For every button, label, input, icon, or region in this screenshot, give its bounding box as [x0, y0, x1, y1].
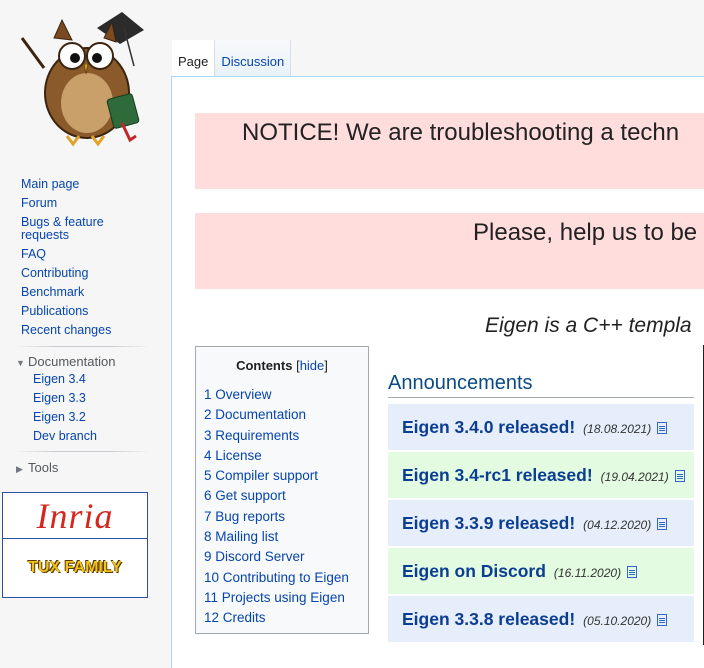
toc-item[interactable]: 7 Bug reports [204, 507, 368, 527]
tux-family-logo-text: TUX FAMILY [28, 559, 122, 576]
document-icon[interactable] [657, 614, 668, 626]
tools-portal-toggle[interactable]: ▶ Tools [16, 460, 58, 475]
document-icon[interactable] [657, 422, 668, 434]
intro-text: Eigen is a C++ templa [485, 314, 692, 337]
announcement-item: Eigen 3.3.9 released! (04.12.2020) [388, 500, 694, 546]
sidebar-navigation: Main page Forum Bugs & feature requests … [21, 178, 161, 343]
sidebar-link-recent-changes[interactable]: Recent changes [21, 324, 161, 337]
tab-discussion[interactable]: Discussion [215, 40, 292, 76]
doc-link-eigen-3-4[interactable]: Eigen 3.4 [33, 373, 97, 386]
help-text: Please, help us to be [473, 219, 698, 246]
toc-item[interactable]: 6 Get support [204, 486, 368, 506]
toc-item[interactable]: 4 License [204, 446, 368, 466]
announcement-item: Eigen 3.3.8 released! (05.10.2020) [388, 596, 694, 642]
toc-list: 1 Overview 2 Documentation 3 Requirement… [204, 385, 368, 629]
doc-link-eigen-3-2[interactable]: Eigen 3.2 [33, 411, 97, 424]
sidebar-link-forum[interactable]: Forum [21, 197, 161, 210]
notice-banner: NOTICE! We are troubleshooting a techn [195, 113, 704, 189]
announcement-link[interactable]: Eigen 3.4-rc1 released! (19.04.2021) [402, 465, 685, 486]
documentation-label: Documentation [28, 354, 116, 369]
toc-item[interactable]: 10 Contributing to Eigen [204, 568, 368, 588]
document-icon[interactable] [657, 518, 668, 530]
announcements-divider [388, 397, 694, 398]
document-icon[interactable] [627, 566, 638, 578]
announcement-link[interactable]: Eigen on Discord (16.11.2020) [402, 561, 638, 582]
tux-family-sponsor-logo[interactable]: TUX FAMILY [2, 538, 148, 598]
toc-item[interactable]: 9 Discord Server [204, 547, 368, 567]
announcements-heading: Announcements [388, 372, 533, 394]
toc-item[interactable]: 12 Credits [204, 608, 368, 628]
doc-link-dev-branch[interactable]: Dev branch [33, 430, 97, 443]
toc-item[interactable]: 5 Compiler support [204, 466, 368, 486]
announcement-item: Eigen 3.4.0 released! (18.08.2021) [388, 404, 694, 450]
doc-link-eigen-3-3[interactable]: Eigen 3.3 [33, 392, 97, 405]
sidebar-link-publications[interactable]: Publications [21, 305, 161, 318]
sidebar-link-bugs[interactable]: Bugs & feature requests [21, 216, 121, 242]
sidebar-link-faq[interactable]: FAQ [21, 248, 161, 261]
sidebar-divider [14, 346, 151, 347]
document-icon[interactable] [674, 470, 685, 482]
notice-text: NOTICE! We are troubleshooting a techn [242, 119, 680, 146]
inria-sponsor-logo[interactable]: Inria [2, 492, 148, 540]
toc-hide-link[interactable]: hide [300, 358, 325, 373]
announcement-link[interactable]: Eigen 3.3.9 released! (04.12.2020) [402, 513, 668, 534]
documentation-portal-toggle[interactable]: ▼ Documentation [16, 354, 115, 369]
page-content: NOTICE! We are troubleshooting a techn P… [171, 76, 704, 668]
announcement-item: Eigen 3.4-rc1 released! (19.04.2021) [388, 452, 694, 498]
toc-item[interactable]: 3 Requirements [204, 426, 368, 446]
expand-triangle-icon: ▼ [16, 358, 25, 368]
eigen-owl-logo[interactable] [12, 8, 147, 148]
announcement-link[interactable]: Eigen 3.3.8 released! (05.10.2020) [402, 609, 668, 630]
table-of-contents: Contents [hide] 1 Overview 2 Documentati… [195, 346, 369, 634]
documentation-links: Eigen 3.4 Eigen 3.3 Eigen 3.2 Dev branch [33, 373, 97, 449]
sidebar-divider [14, 451, 151, 452]
page-tabs: Page Discussion [172, 40, 292, 76]
toc-item[interactable]: 8 Mailing list [204, 527, 368, 547]
toc-heading: Contents [236, 358, 293, 373]
sidebar-link-benchmark[interactable]: Benchmark [21, 286, 161, 299]
sidebar-link-main-page[interactable]: Main page [21, 178, 161, 191]
toc-item[interactable]: 2 Documentation [204, 405, 368, 425]
toc-item[interactable]: 1 Overview [204, 385, 368, 405]
toc-item[interactable]: 11 Projects using Eigen [204, 588, 368, 608]
toc-title: Contents [hide] [236, 358, 328, 373]
collapsed-triangle-icon: ▶ [16, 464, 23, 474]
tools-label: Tools [28, 460, 59, 475]
sidebar-link-contributing[interactable]: Contributing [21, 267, 161, 280]
inria-logo-text: Inria [36, 496, 114, 536]
help-banner: Please, help us to be [195, 213, 704, 289]
tab-page[interactable]: Page [172, 40, 216, 76]
announcement-item: Eigen on Discord (16.11.2020) [388, 548, 694, 594]
announcement-link[interactable]: Eigen 3.4.0 released! (18.08.2021) [402, 417, 668, 438]
